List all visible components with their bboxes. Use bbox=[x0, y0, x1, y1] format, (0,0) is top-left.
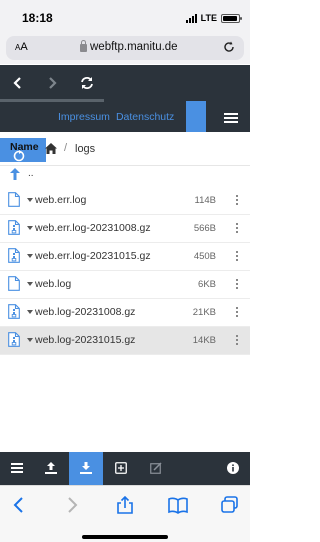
breadcrumb-current-folder[interactable]: logs bbox=[75, 143, 95, 155]
forward-arrow-icon[interactable] bbox=[44, 75, 60, 91]
text-file-icon bbox=[8, 192, 20, 207]
impressum-link[interactable]: Impressum bbox=[58, 111, 110, 123]
url-display[interactable]: webftp.manitu.de bbox=[80, 40, 178, 53]
download-button[interactable] bbox=[69, 452, 103, 485]
archive-file-icon bbox=[8, 304, 20, 319]
header-divider bbox=[0, 99, 104, 102]
file-size: 14KB bbox=[192, 335, 216, 346]
file-row[interactable]: web.log-20231008.gz 21KB bbox=[0, 299, 250, 327]
cellular-signal-icon bbox=[185, 13, 197, 23]
file-name[interactable]: web.log bbox=[35, 278, 71, 290]
more-options-icon[interactable] bbox=[236, 279, 239, 291]
reload-icon[interactable] bbox=[222, 40, 236, 54]
status-indicators: LTE bbox=[185, 12, 242, 24]
name-column-label: Name bbox=[10, 141, 39, 153]
safari-forward-icon[interactable] bbox=[62, 496, 82, 514]
text-size-button[interactable]: AA bbox=[15, 41, 28, 53]
more-options-icon[interactable] bbox=[236, 251, 239, 263]
parent-directory-row[interactable]: .. bbox=[0, 166, 250, 186]
name-column-header[interactable]: Name bbox=[0, 138, 46, 162]
menu-button[interactable] bbox=[0, 452, 34, 485]
file-size: 450B bbox=[193, 251, 216, 262]
edit-icon bbox=[150, 462, 162, 474]
breadcrumb-separator: / bbox=[64, 142, 68, 154]
app-toolbar bbox=[0, 452, 250, 485]
datenschutz-link[interactable]: Datenschutz bbox=[116, 111, 174, 123]
parent-directory-label: .. bbox=[28, 168, 34, 179]
file-name[interactable]: web.log-20231015.gz bbox=[35, 334, 135, 346]
row-expand-caret-icon[interactable] bbox=[27, 338, 33, 342]
header-accent-bar bbox=[186, 101, 206, 132]
more-options-icon[interactable] bbox=[236, 223, 239, 235]
refresh-icon[interactable] bbox=[79, 75, 95, 91]
app-header: Impressum Datenschutz bbox=[0, 65, 250, 132]
file-row[interactable]: web.err.log-20231015.gz 450B bbox=[0, 243, 250, 271]
file-name[interactable]: web.err.log bbox=[35, 194, 86, 206]
more-options-icon[interactable] bbox=[236, 307, 239, 319]
lock-icon bbox=[80, 40, 87, 52]
file-size: 6KB bbox=[198, 279, 216, 290]
battery-icon bbox=[221, 13, 242, 23]
page: 18:18 LTE AA webftp.manitu.de Impressum … bbox=[0, 0, 250, 542]
back-arrow-icon[interactable] bbox=[10, 75, 26, 91]
breadcrumb: Name / logs bbox=[0, 132, 250, 166]
address-bar[interactable]: AA webftp.manitu.de bbox=[6, 36, 244, 60]
file-row[interactable]: web.log-20231015.gz 14KB bbox=[0, 327, 250, 355]
share-icon[interactable] bbox=[115, 496, 135, 514]
file-size: 114B bbox=[194, 195, 216, 206]
info-icon bbox=[227, 462, 239, 474]
archive-file-icon bbox=[8, 220, 20, 235]
more-options-icon[interactable] bbox=[236, 195, 239, 207]
menu-icon[interactable] bbox=[224, 113, 238, 123]
tabs-icon[interactable] bbox=[220, 496, 240, 514]
plus-square-icon bbox=[115, 462, 127, 474]
file-name[interactable]: web.err.log-20231015.gz bbox=[35, 250, 151, 262]
new-folder-button[interactable] bbox=[104, 452, 138, 485]
row-expand-caret-icon[interactable] bbox=[27, 310, 33, 314]
file-row[interactable]: web.err.log-20231008.gz 566B bbox=[0, 215, 250, 243]
url-text: webftp.manitu.de bbox=[90, 41, 178, 53]
edit-button[interactable] bbox=[139, 452, 173, 485]
home-icon[interactable] bbox=[45, 143, 57, 154]
upload-icon bbox=[45, 462, 57, 474]
home-indicator bbox=[82, 535, 168, 539]
network-type: LTE bbox=[200, 13, 217, 23]
file-row[interactable]: web.err.log 114B bbox=[0, 187, 250, 215]
status-time: 18:18 bbox=[22, 11, 53, 25]
bookmarks-icon[interactable] bbox=[168, 496, 188, 514]
download-icon bbox=[80, 462, 92, 474]
browser-address-area: AA webftp.manitu.de bbox=[0, 34, 250, 64]
more-options-icon[interactable] bbox=[236, 335, 239, 347]
up-arrow-icon bbox=[10, 168, 20, 180]
safari-toolbar bbox=[0, 485, 250, 542]
safari-back-icon[interactable] bbox=[9, 496, 29, 514]
info-button[interactable] bbox=[216, 452, 250, 485]
file-row[interactable]: web.log 6KB bbox=[0, 271, 250, 299]
file-name[interactable]: web.err.log-20231008.gz bbox=[35, 222, 151, 234]
archive-file-icon bbox=[8, 248, 20, 263]
header-links: Impressum Datenschutz bbox=[58, 111, 180, 123]
row-expand-caret-icon[interactable] bbox=[27, 198, 33, 202]
status-bar: 18:18 LTE bbox=[0, 0, 250, 34]
file-name[interactable]: web.log-20231008.gz bbox=[35, 306, 135, 318]
row-expand-caret-icon[interactable] bbox=[27, 282, 33, 286]
row-expand-caret-icon[interactable] bbox=[27, 226, 33, 230]
file-size: 21KB bbox=[192, 307, 216, 318]
row-expand-caret-icon[interactable] bbox=[27, 254, 33, 258]
upload-button[interactable] bbox=[34, 452, 68, 485]
text-file-icon bbox=[8, 276, 20, 291]
list-icon bbox=[11, 463, 23, 473]
archive-file-icon bbox=[8, 332, 20, 347]
file-size: 566B bbox=[193, 223, 216, 234]
